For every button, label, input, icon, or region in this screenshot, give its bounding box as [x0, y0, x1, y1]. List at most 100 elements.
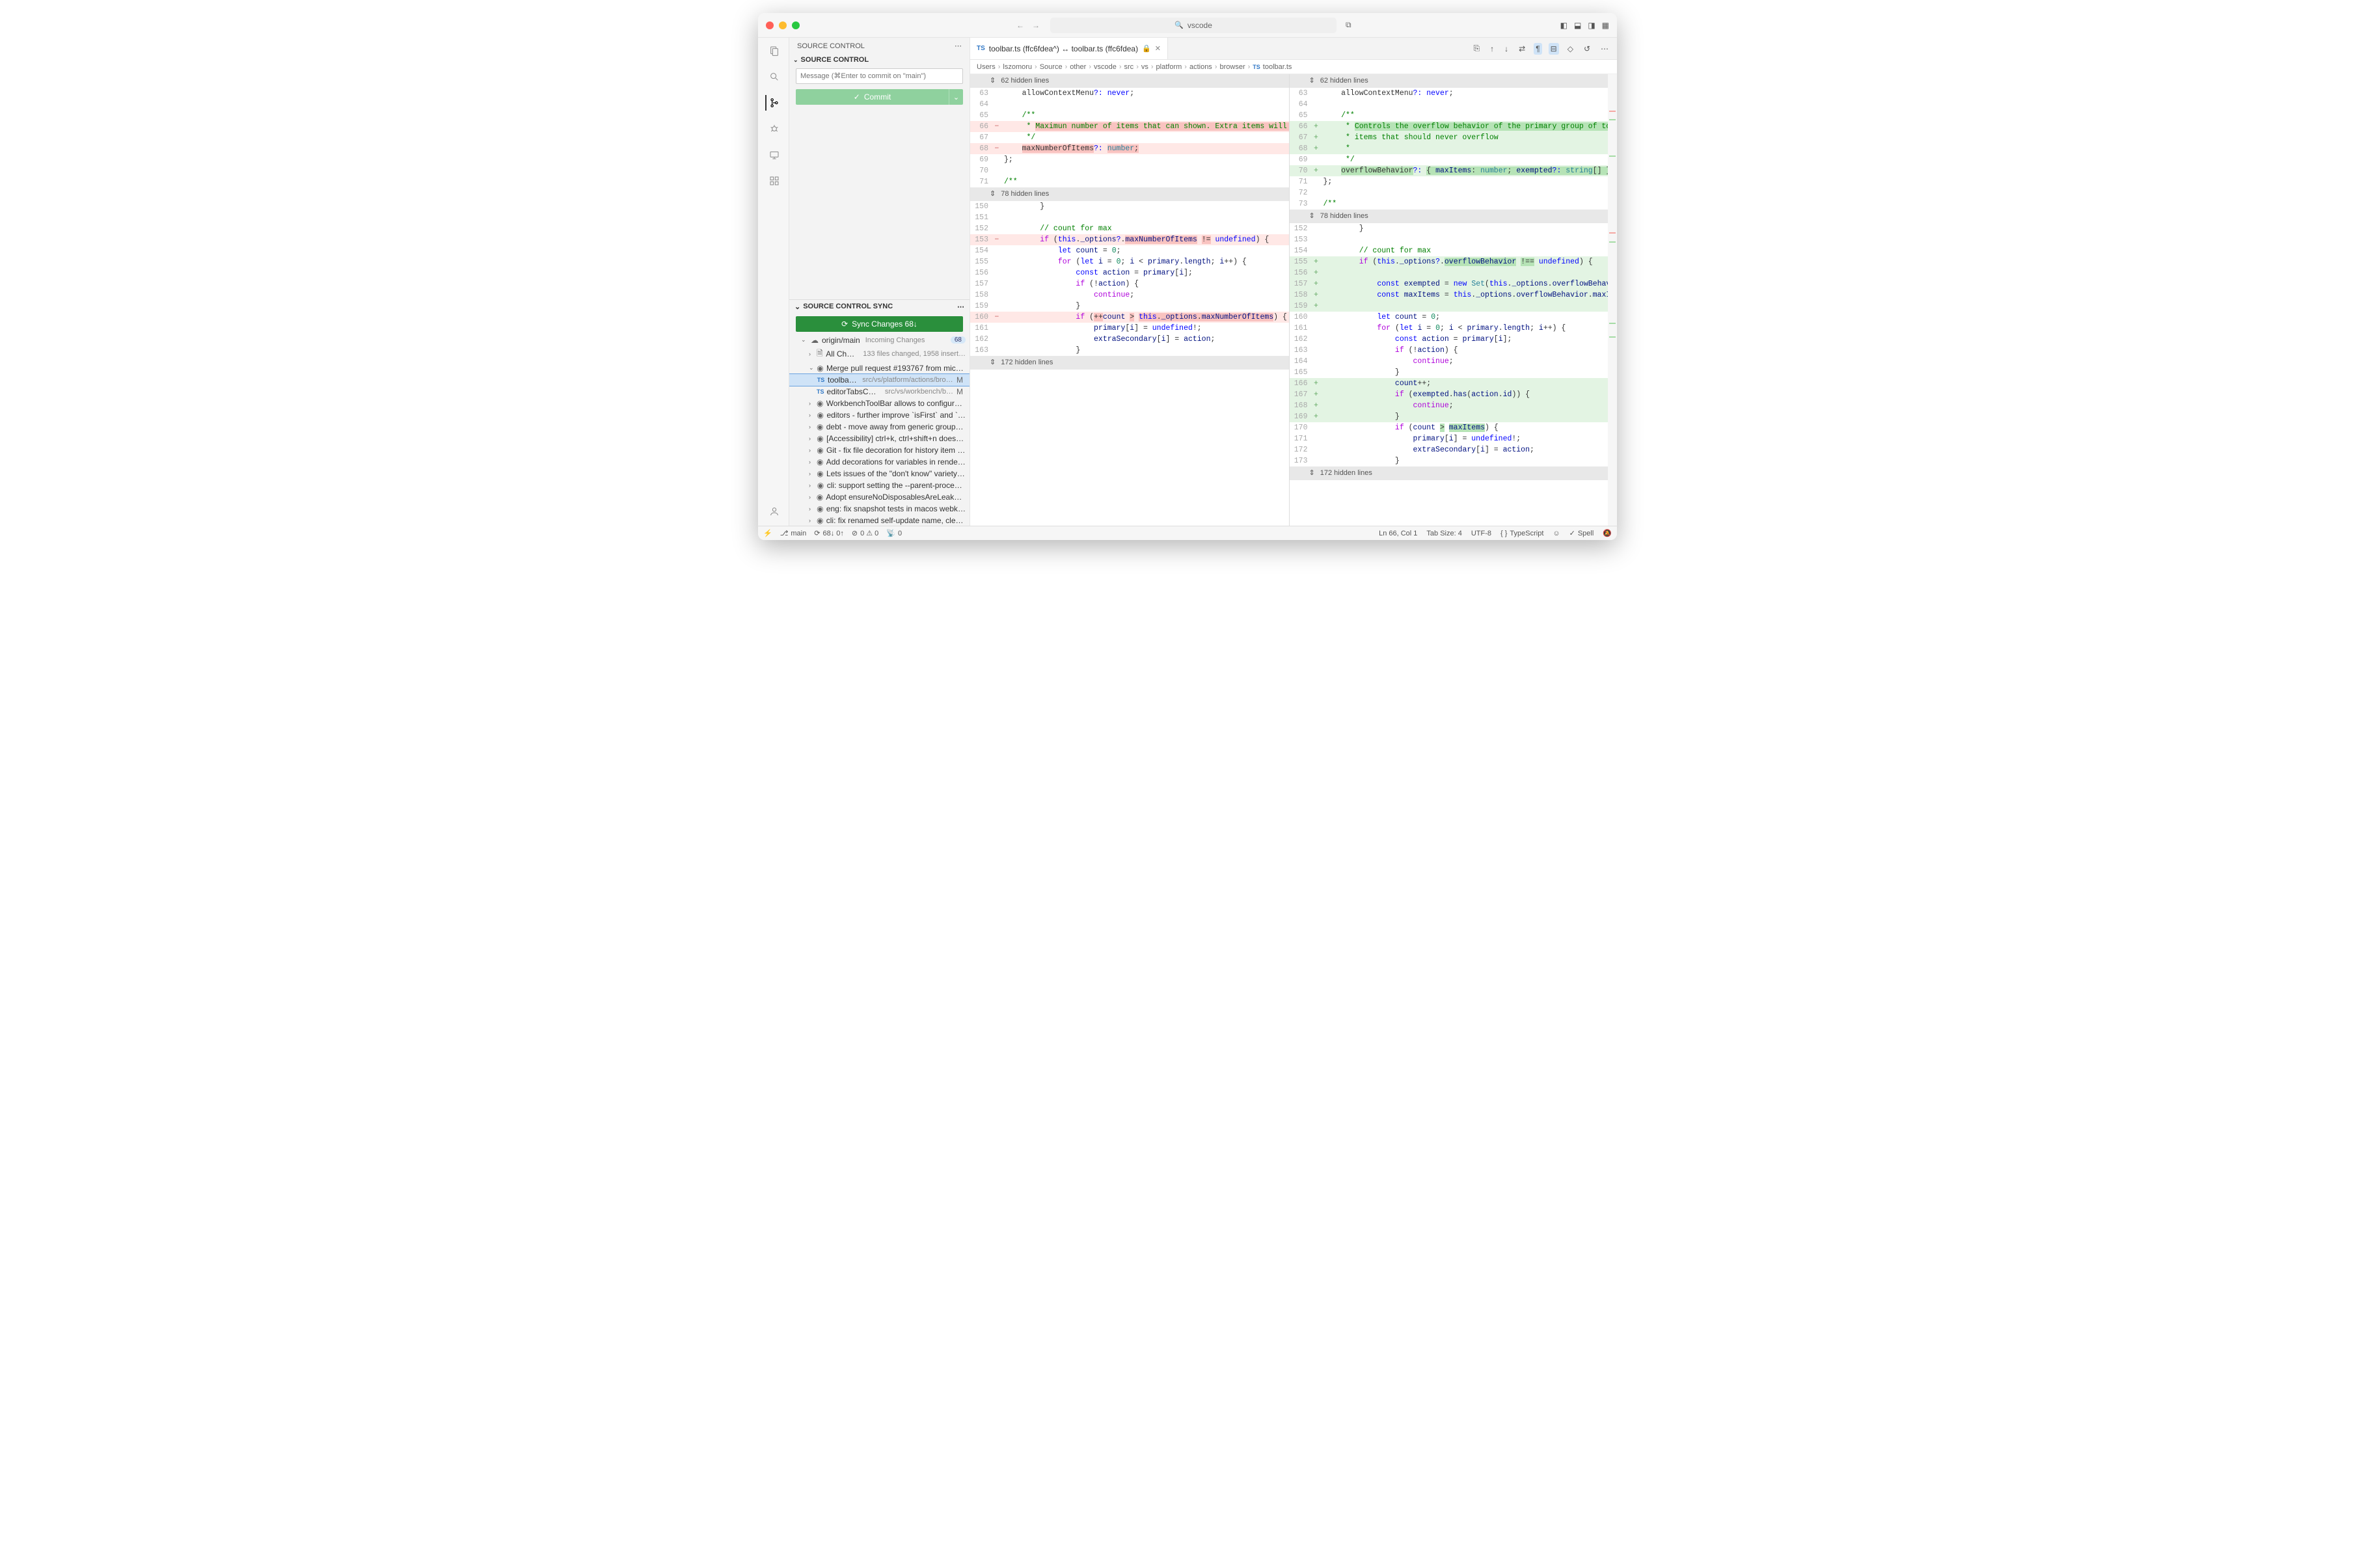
code-line[interactable]: 157 const exempted = new Set(this._optio… — [1290, 278, 1608, 290]
code-line[interactable]: 164 continue; — [1290, 356, 1608, 367]
collapse-unchanged-icon[interactable]: ⊟ — [1549, 43, 1559, 55]
breadcrumb-item[interactable]: toolbar.ts — [1263, 63, 1292, 71]
breadcrumb-item[interactable]: Source — [1040, 63, 1063, 71]
code-line[interactable]: 71}; — [1290, 176, 1608, 187]
diff-original-pane[interactable]: ⇕62 hidden lines 63 allowContextMenu?: n… — [970, 74, 1290, 526]
code-line[interactable]: 171 primary[i] = undefined!; — [1290, 433, 1608, 444]
revert-icon[interactable]: ↺ — [1582, 43, 1592, 55]
code-line[interactable]: 70 overflowBehavior?: { maxItems: number… — [1290, 165, 1608, 176]
code-line[interactable]: 153 — [1290, 234, 1608, 245]
previous-change-icon[interactable]: ↑ — [1488, 43, 1496, 55]
sidebar-more-icon[interactable]: ⋯ — [955, 42, 962, 50]
toggle-secondary-sidebar-icon[interactable]: ◨ — [1588, 21, 1595, 30]
commit-message-field[interactable] — [796, 68, 963, 84]
hidden-lines-top[interactable]: ⇕62 hidden lines — [970, 74, 1289, 88]
code-line[interactable]: 173 } — [1290, 455, 1608, 466]
breadcrumb-item[interactable]: vscode — [1094, 63, 1117, 71]
next-change-icon[interactable]: ↓ — [1502, 43, 1510, 55]
scm-section-header[interactable]: ⌄ SOURCE CONTROL — [789, 54, 970, 66]
status-language-mode[interactable]: { } TypeScript — [1500, 529, 1543, 537]
customize-layout-icon[interactable]: ▦ — [1602, 21, 1609, 30]
diff-modified-pane[interactable]: ⇕62 hidden lines 63 allowContextMenu?: n… — [1290, 74, 1608, 526]
commit-row[interactable]: ›◉[Accessibility] ctrl+k, ctrl+shift+n d… — [789, 433, 970, 444]
status-notifications-icon[interactable]: 🔕 — [1603, 529, 1612, 537]
nav-back-icon[interactable]: ← — [1016, 21, 1024, 30]
code-line[interactable]: 154 let count = 0; — [970, 245, 1289, 256]
code-line[interactable]: 169 } — [1290, 411, 1608, 422]
code-line[interactable]: 154 // count for max — [1290, 245, 1608, 256]
code-line[interactable]: 162 extraSecondary[i] = action; — [970, 334, 1289, 345]
status-feedback-icon[interactable]: ☺ — [1553, 529, 1560, 537]
commit-button[interactable]: ✓ Commit — [796, 89, 949, 105]
toggle-panel-icon[interactable]: ⬓ — [1574, 21, 1581, 30]
activity-accounts-icon[interactable] — [766, 504, 781, 519]
editor-tab[interactable]: TS toolbar.ts (ffc6fdea^) ↔ toolbar.ts (… — [970, 38, 1168, 59]
sync-changes-button[interactable]: ⟳ Sync Changes 68↓ — [796, 316, 963, 332]
code-line[interactable]: 63 allowContextMenu?: never; — [970, 88, 1289, 99]
code-line[interactable]: 68 maxNumberOfItems?: number; — [970, 143, 1289, 154]
breadcrumb-item[interactable]: Users — [977, 63, 996, 71]
code-line[interactable]: 168 continue; — [1290, 400, 1608, 411]
status-spell[interactable]: ✓ Spell — [1569, 529, 1594, 537]
code-line[interactable]: 155 for (let i = 0; i < primary.length; … — [970, 256, 1289, 267]
code-line[interactable]: 70 — [970, 165, 1289, 176]
status-cursor-position[interactable]: Ln 66, Col 1 — [1379, 529, 1417, 537]
commit-row[interactable]: ⌄◉Merge pull request #193767 from micros… — [789, 362, 970, 374]
breadcrumb-item[interactable]: lszomoru — [1003, 63, 1032, 71]
hidden-lines-top[interactable]: ⇕62 hidden lines — [1290, 74, 1608, 88]
status-encoding[interactable]: UTF-8 — [1471, 529, 1491, 537]
activity-search-icon[interactable] — [766, 69, 781, 85]
code-line[interactable]: 69 */ — [1290, 154, 1608, 165]
window-minimize-button[interactable] — [779, 21, 787, 29]
breadcrumbs[interactable]: Users›lszomoru›Source›other›vscode›src›v… — [970, 60, 1617, 74]
toggle-inline-icon[interactable]: ◇ — [1566, 43, 1575, 55]
breadcrumb-item[interactable]: platform — [1156, 63, 1182, 71]
code-line[interactable]: 163 } — [970, 345, 1289, 356]
code-line[interactable]: 67 * items that should never overflow — [1290, 132, 1608, 143]
code-line[interactable]: 150 } — [970, 201, 1289, 212]
commit-row[interactable]: ›◉cli: fix renamed self-update name, cle… — [789, 515, 970, 526]
commit-row[interactable]: ›◉eng: fix snapshot tests in macos webki… — [789, 503, 970, 515]
nav-forward-icon[interactable]: → — [1032, 21, 1040, 30]
breadcrumb-item[interactable]: other — [1070, 63, 1086, 71]
commit-row[interactable]: ›◉Adopt ensureNoDisposablesAreLeakedInTe… — [789, 491, 970, 503]
sync-more-icon[interactable]: ⋯ — [957, 303, 964, 311]
unfold-icon[interactable]: ⇕ — [990, 189, 996, 200]
status-sync[interactable]: ⟳ 68↓ 0↑ — [814, 529, 844, 537]
breadcrumb-item[interactable]: src — [1124, 63, 1134, 71]
sync-section-header[interactable]: ⌄ SOURCE CONTROL SYNC ⋯ — [789, 299, 970, 314]
commit-row[interactable]: ›◉Add decorations for variables in rende… — [789, 456, 970, 468]
hidden-lines-mid[interactable]: ⇕78 hidden lines — [970, 187, 1289, 201]
code-line[interactable]: 64 — [1290, 99, 1608, 110]
window-close-button[interactable] — [766, 21, 774, 29]
commit-row[interactable]: ›◉cli: support setting the --parent-proc… — [789, 480, 970, 491]
code-line[interactable]: 63 allowContextMenu?: never; — [1290, 88, 1608, 99]
code-line[interactable]: 71/** — [970, 176, 1289, 187]
code-line[interactable]: 158 const maxItems = this._options.overf… — [1290, 290, 1608, 301]
activity-extensions-icon[interactable] — [766, 173, 781, 189]
commit-row[interactable]: ›◉Lets issues of the "don't know" variet… — [789, 468, 970, 480]
commit-split-button[interactable]: ⌄ — [949, 89, 963, 105]
file-row[interactable]: TSeditorTabsControl.tssrc/vs/workbench/b… — [789, 386, 970, 398]
unfold-icon[interactable]: ⇕ — [990, 75, 996, 87]
code-line[interactable]: 157 if (!action) { — [970, 278, 1289, 290]
code-line[interactable]: 66 * Controls the overflow behavior of t… — [1290, 121, 1608, 132]
hidden-lines-bot[interactable]: ⇕172 hidden lines — [970, 356, 1289, 370]
activity-remote-icon[interactable] — [766, 147, 781, 163]
code-line[interactable]: 65 /** — [1290, 110, 1608, 121]
code-line[interactable]: 65 /** — [970, 110, 1289, 121]
code-line[interactable]: 152 // count for max — [970, 223, 1289, 234]
open-changes-icon[interactable]: ⎘ — [1472, 42, 1482, 55]
activity-source-control-icon[interactable] — [765, 95, 781, 111]
code-line[interactable]: 161 primary[i] = undefined!; — [970, 323, 1289, 334]
hidden-lines-mid[interactable]: ⇕78 hidden lines — [1290, 210, 1608, 223]
unfold-icon[interactable]: ⇕ — [1309, 211, 1315, 222]
all-changes-row[interactable]: › 🗎 All Changes 133 files changed, 1958 … — [789, 346, 970, 362]
code-line[interactable]: 68 * — [1290, 143, 1608, 154]
status-problems[interactable]: ⊘ 0 ⚠ 0 — [852, 529, 878, 537]
status-branch[interactable]: ⎇ main — [780, 529, 807, 537]
code-line[interactable]: 163 if (!action) { — [1290, 345, 1608, 356]
window-maximize-button[interactable] — [792, 21, 800, 29]
breadcrumb-item[interactable]: actions — [1189, 63, 1212, 71]
code-line[interactable]: 69}; — [970, 154, 1289, 165]
